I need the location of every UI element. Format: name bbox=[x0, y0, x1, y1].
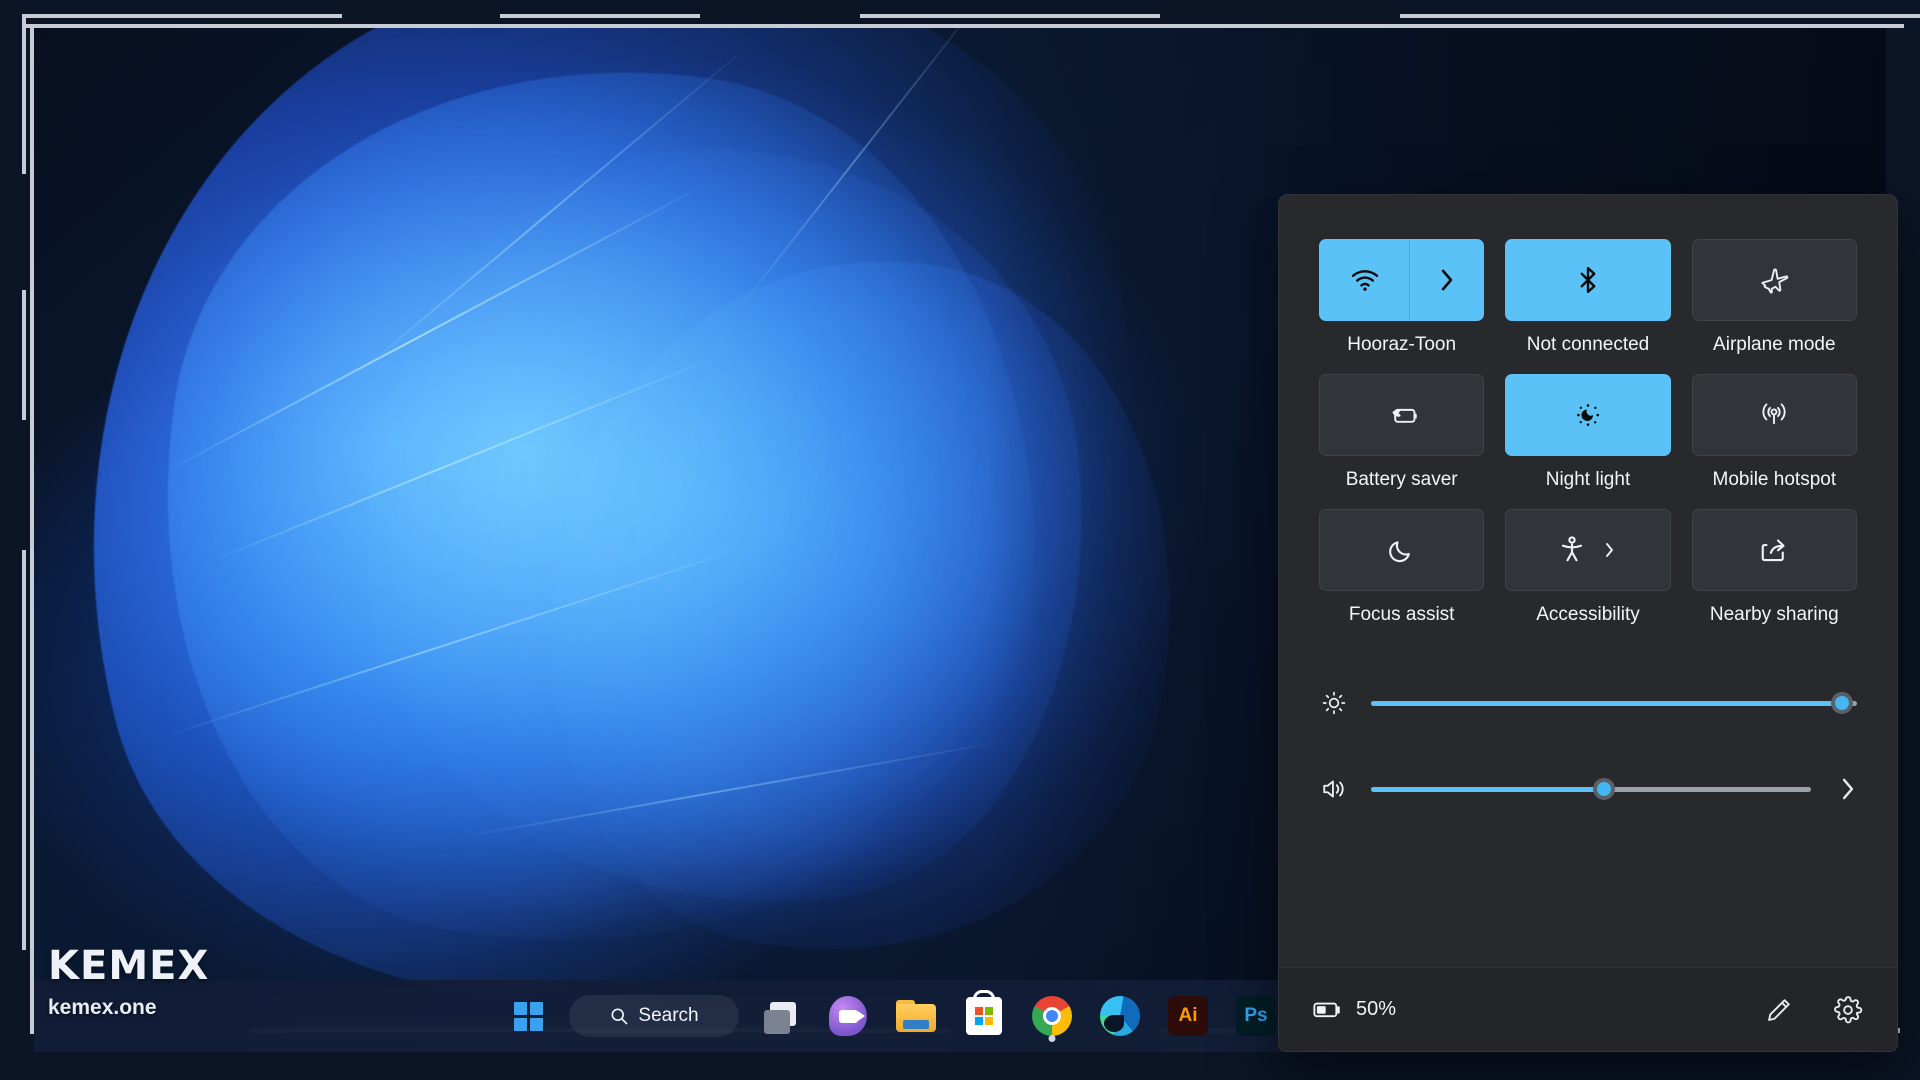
battery-saver-toggle-button[interactable] bbox=[1319, 374, 1485, 456]
battery-saver-icon bbox=[1392, 408, 1417, 423]
file-explorer-button[interactable] bbox=[889, 989, 943, 1043]
photoshop-icon: Ps bbox=[1236, 996, 1276, 1036]
wifi-icon bbox=[1351, 270, 1378, 291]
airplane-icon bbox=[1761, 268, 1789, 294]
illustrator-icon: Ai bbox=[1168, 996, 1208, 1036]
quick-settings-tile-grid: Hooraz-Toon Not connected Airplane mode … bbox=[1279, 195, 1897, 632]
illustrator-button[interactable]: Ai bbox=[1161, 989, 1215, 1043]
bezel-line bbox=[22, 14, 26, 174]
night-light-icon bbox=[1577, 404, 1600, 426]
focus-assist-toggle-button[interactable] bbox=[1319, 509, 1485, 591]
start-button[interactable] bbox=[501, 989, 555, 1043]
bezel-line bbox=[22, 550, 26, 950]
screen: KEMEX kemex.one 4:52 PM 7/30/2023 Search bbox=[0, 0, 1920, 1080]
night-light-toggle-button[interactable] bbox=[1505, 374, 1671, 456]
tile-label: Night light bbox=[1545, 469, 1631, 490]
quick-setting-tile-wifi: Hooraz-Toon bbox=[1319, 239, 1485, 362]
watermark-logo: KEMEX bbox=[48, 943, 210, 989]
brightness-icon bbox=[1319, 690, 1349, 716]
bezel-line bbox=[22, 14, 342, 18]
microsoft-store-button[interactable] bbox=[957, 989, 1011, 1043]
accessibility-button[interactable] bbox=[1505, 509, 1671, 591]
share-icon bbox=[1762, 539, 1785, 562]
battery-half-icon bbox=[1313, 1002, 1340, 1017]
chrome-icon bbox=[1032, 996, 1072, 1036]
tile-label: Hooraz-Toon bbox=[1347, 334, 1457, 355]
quick-setting-tile-accessibility: Accessibility bbox=[1505, 509, 1671, 632]
quick-setting-tile-nearby-sharing: Nearby sharing bbox=[1691, 509, 1857, 632]
footer-actions bbox=[1765, 995, 1863, 1025]
brightness-slider-fill bbox=[1371, 700, 1843, 706]
tile-label: Accessibility bbox=[1536, 604, 1640, 625]
quick-setting-tile-battery-saver: Battery saver bbox=[1319, 374, 1485, 497]
brightness-slider[interactable] bbox=[1371, 692, 1857, 714]
tile-label: Focus assist bbox=[1348, 604, 1455, 625]
bezel-line bbox=[860, 14, 1160, 18]
volume-slider-row bbox=[1319, 746, 1857, 832]
chevron-right-icon bbox=[1606, 543, 1613, 557]
bluetooth-icon bbox=[1580, 266, 1596, 294]
bezel-line bbox=[500, 14, 700, 18]
task-view-button[interactable] bbox=[753, 989, 807, 1043]
battery-status[interactable]: 50% bbox=[1313, 998, 1396, 1021]
nearby-sharing-toggle-button[interactable] bbox=[1691, 509, 1857, 591]
tile-label: Not connected bbox=[1526, 334, 1650, 355]
airplane-mode-toggle-button[interactable] bbox=[1691, 239, 1857, 321]
chrome-button[interactable] bbox=[1025, 989, 1079, 1043]
wifi-toggle-main[interactable] bbox=[1320, 240, 1409, 320]
folder-icon bbox=[896, 1000, 936, 1032]
edit-quick-settings-button[interactable] bbox=[1765, 996, 1793, 1024]
quick-settings-sliders bbox=[1279, 632, 1897, 967]
search-label: Search bbox=[638, 1005, 699, 1026]
wifi-toggle-button[interactable] bbox=[1319, 239, 1485, 321]
wifi-detail-arrow-button[interactable] bbox=[1409, 240, 1483, 320]
photoshop-button[interactable]: Ps bbox=[1229, 989, 1283, 1043]
store-icon bbox=[966, 990, 1002, 1035]
open-settings-button[interactable] bbox=[1833, 995, 1863, 1025]
tile-label: Mobile hotspot bbox=[1712, 469, 1837, 490]
search-box[interactable]: Search bbox=[569, 995, 739, 1037]
teams-chat-icon bbox=[829, 996, 867, 1036]
quick-setting-tile-focus-assist: Focus assist bbox=[1319, 509, 1485, 632]
tile-label: Nearby sharing bbox=[1709, 604, 1839, 625]
brightness-slider-thumb[interactable] bbox=[1831, 692, 1854, 714]
chat-teams-button[interactable] bbox=[821, 989, 875, 1043]
active-indicator-dot bbox=[1048, 1035, 1056, 1042]
quick-settings-footer: 50% bbox=[1279, 967, 1897, 1051]
volume-slider-fill bbox=[1371, 786, 1605, 792]
audio-output-picker-button[interactable] bbox=[1833, 776, 1857, 802]
bezel-line bbox=[22, 290, 26, 420]
quick-settings-panel: Hooraz-Toon Not connected Airplane mode … bbox=[1278, 194, 1898, 1052]
accessibility-arrow[interactable] bbox=[1603, 540, 1617, 560]
quick-setting-tile-bluetooth: Not connected bbox=[1505, 239, 1671, 362]
watermark-url: kemex.one bbox=[48, 996, 157, 1019]
pencil-icon bbox=[1768, 998, 1790, 1021]
quick-setting-tile-airplane: Airplane mode bbox=[1691, 239, 1857, 362]
mobile-hotspot-toggle-button[interactable] bbox=[1691, 374, 1857, 456]
moon-icon bbox=[1388, 541, 1410, 563]
battery-percent-label: 50% bbox=[1356, 998, 1397, 1020]
brightness-slider-row bbox=[1319, 660, 1857, 746]
volume-slider[interactable] bbox=[1371, 778, 1811, 800]
edge-icon bbox=[1100, 996, 1140, 1036]
gear-icon bbox=[1834, 995, 1863, 1023]
watermark: KEMEX kemex.one bbox=[48, 946, 209, 1020]
accessibility-icon bbox=[1561, 536, 1583, 562]
edge-button[interactable] bbox=[1093, 989, 1147, 1043]
quick-setting-tile-night-light: Night light bbox=[1505, 374, 1671, 497]
windows-logo-icon bbox=[513, 1001, 543, 1031]
volume-slider-thumb[interactable] bbox=[1593, 778, 1616, 800]
hotspot-icon bbox=[1762, 403, 1786, 425]
bluetooth-toggle-button[interactable] bbox=[1505, 239, 1671, 321]
volume-icon bbox=[1319, 777, 1349, 801]
tile-label: Battery saver bbox=[1345, 469, 1458, 490]
search-icon bbox=[611, 1008, 628, 1025]
chevron-right-icon bbox=[1842, 778, 1854, 800]
bezel-line bbox=[1400, 14, 1920, 18]
quick-setting-tile-hotspot: Mobile hotspot bbox=[1691, 374, 1857, 497]
chevron-right-icon bbox=[1441, 269, 1453, 291]
tile-label: Airplane mode bbox=[1713, 334, 1836, 355]
